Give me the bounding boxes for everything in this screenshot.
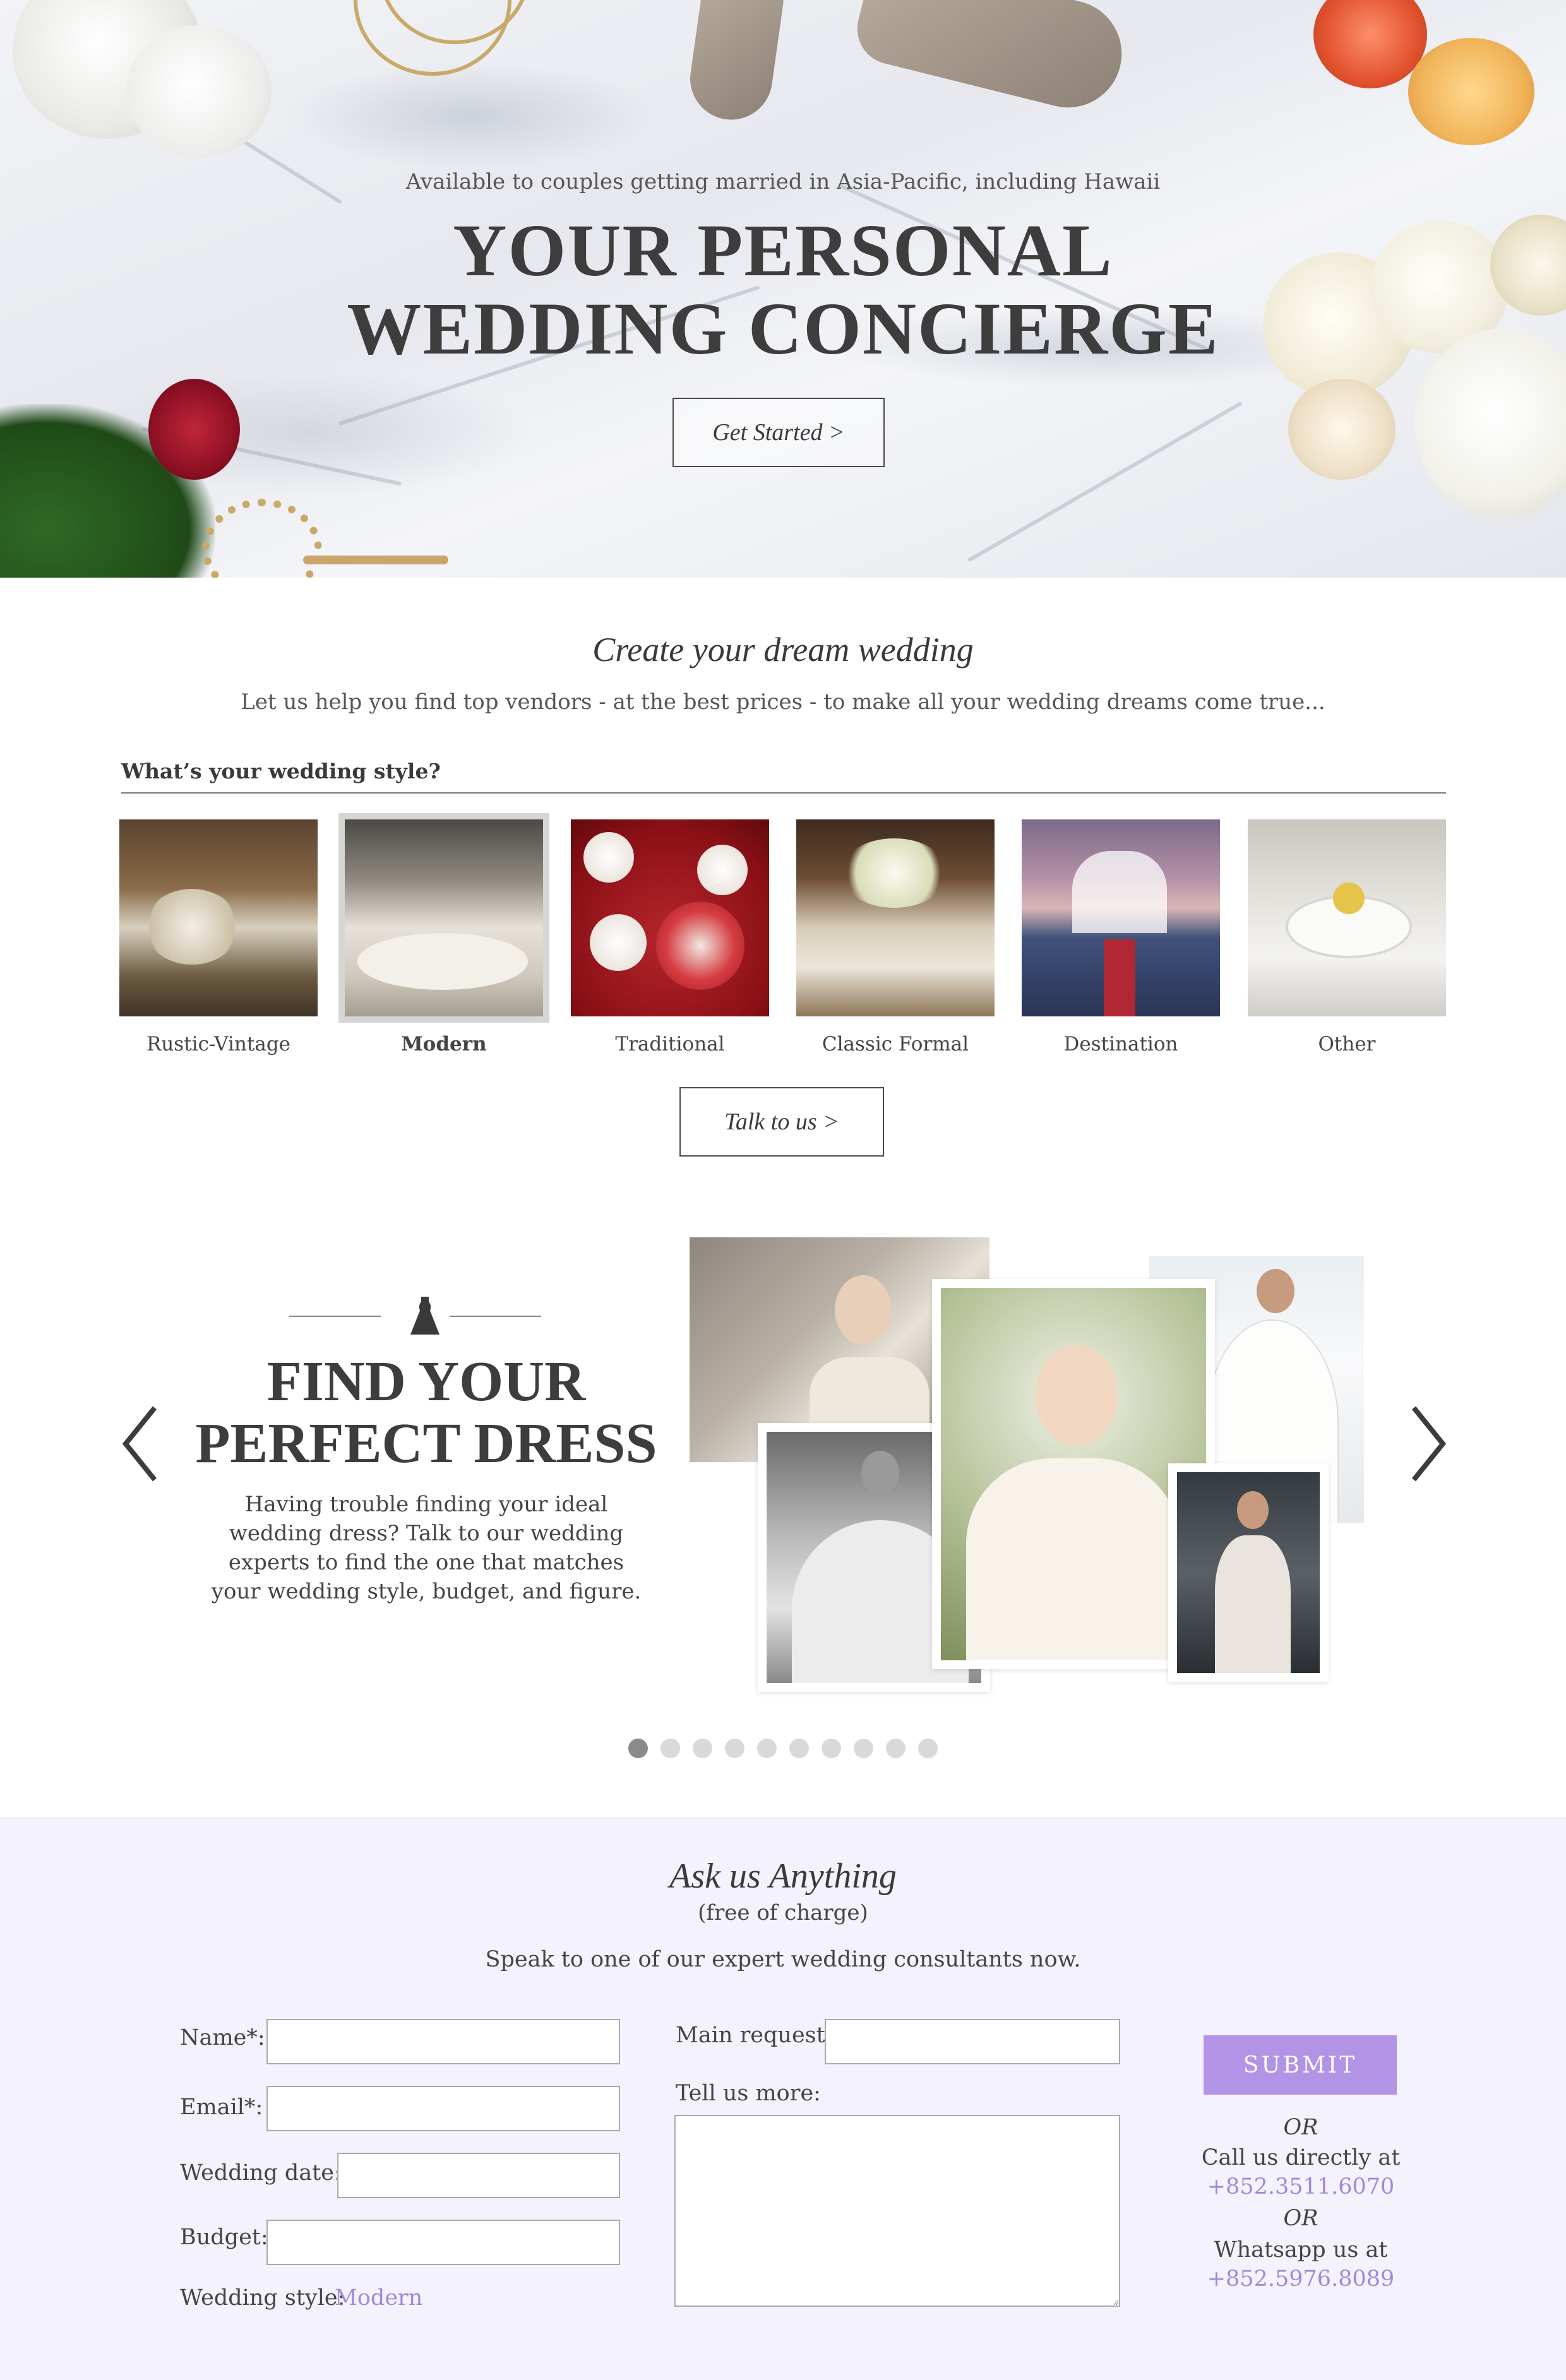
or-text: OR: [1283, 2206, 1318, 2231]
marble-vein: [967, 401, 1243, 562]
dress-icon: [410, 1297, 439, 1335]
wedding-style-value[interactable]: Modern: [335, 2285, 422, 2311]
hero-subtitle: Available to couples getting married in …: [405, 169, 1161, 194]
wedding-style-label: Wedding style:: [180, 2285, 345, 2311]
carousel-dot[interactable]: [757, 1739, 777, 1758]
style-tile-other[interactable]: [1248, 819, 1446, 1016]
carousel-prev-button[interactable]: [115, 1403, 165, 1485]
red-rose-decor: [148, 379, 240, 480]
carousel-dot[interactable]: [854, 1739, 873, 1758]
wedding-style-question: What’s your wedding style?: [121, 759, 441, 783]
teacup-image: [583, 832, 634, 883]
style-tile-modern[interactable]: [338, 813, 549, 1023]
style-label: Other: [1318, 1033, 1376, 1056]
gold-chain-decor: [202, 499, 322, 578]
main-request-label: Main request:: [676, 2023, 833, 2048]
style-label: Modern: [401, 1033, 487, 1056]
bride-face-image: [835, 1275, 892, 1345]
style-label: Destination: [1063, 1033, 1178, 1056]
carousel-dot[interactable]: [918, 1739, 938, 1758]
style-label: Rustic-Vintage: [146, 1033, 291, 1056]
wedding-date-field[interactable]: [337, 2153, 620, 2198]
email-field[interactable]: [266, 2086, 620, 2131]
flowers-image: [1333, 883, 1365, 914]
whatsapp-phone-link[interactable]: +852.5976.8089: [1162, 2266, 1440, 2292]
gown-image: [966, 1458, 1181, 1660]
divider: [289, 1316, 381, 1317]
style-tile-destination[interactable]: [1022, 819, 1220, 1016]
email-label: Email*:: [180, 2095, 263, 2120]
style-label: Traditional: [615, 1033, 725, 1056]
aisle-image: [1104, 939, 1135, 1016]
call-text: Call us directly at: [1201, 2145, 1401, 2170]
tell-us-more-label: Tell us more:: [676, 2081, 821, 2106]
carousel-dot[interactable]: [693, 1739, 712, 1758]
talk-to-us-button[interactable]: Talk to us >: [679, 1087, 884, 1157]
style-tile-classic-formal[interactable]: [796, 819, 995, 1016]
wedding-date-label: Wedding date:: [180, 2160, 342, 2186]
bride-photo: [1168, 1463, 1329, 1682]
ask-free-note: (free of charge): [698, 1900, 868, 1925]
budget-label: Budget:: [180, 2225, 268, 2250]
dress-title-line: PERFECT DRESS: [195, 1412, 657, 1475]
dream-wedding-subtitle: Let us help you find top vendors - at th…: [241, 689, 1325, 715]
carousel-dot[interactable]: [628, 1739, 648, 1758]
chevron-right-icon: [1411, 1406, 1447, 1482]
call-phone-link[interactable]: +852.3511.6070: [1162, 2174, 1440, 2199]
dress-description: Having trouble finding your ideal weddin…: [211, 1492, 642, 1604]
bride-face-image: [1257, 1269, 1294, 1313]
carousel-dot[interactable]: [660, 1739, 680, 1758]
submit-button[interactable]: SUBMIT: [1204, 2035, 1397, 2095]
ask-title: Ask us Anything: [669, 1857, 897, 1896]
table-image: [357, 933, 528, 990]
carousel-dot[interactable]: [725, 1739, 744, 1758]
hero-banner: Available to couples getting married in …: [0, 0, 1566, 578]
main-request-field[interactable]: [825, 2019, 1120, 2064]
carousel-dot[interactable]: [789, 1739, 809, 1758]
style-tile-traditional[interactable]: [571, 819, 769, 1016]
bride-face-image: [1036, 1345, 1118, 1446]
divider: [121, 792, 1446, 794]
bride-face-image: [861, 1451, 899, 1495]
teapot-image: [656, 901, 744, 990]
flowers-image: [145, 889, 239, 965]
dream-wedding-title: Create your dream wedding: [592, 631, 974, 669]
peach-rose-decor: [1408, 38, 1534, 145]
style-label: Classic Formal: [822, 1033, 969, 1056]
hero-title: YOUR PERSONAL WEDDING CONCIERGE: [0, 211, 1566, 368]
teacup-image: [697, 845, 748, 895]
name-label: Name*:: [180, 2025, 265, 2050]
carousel-dot[interactable]: [886, 1739, 906, 1758]
cream-peony-decor: [1288, 379, 1396, 480]
carousel-dots: [0, 1739, 1566, 1758]
dress-title: FIND YOUR PERFECT DRESS: [183, 1351, 669, 1475]
tell-us-more-textarea[interactable]: [674, 2115, 1120, 2307]
name-field[interactable]: [266, 2019, 620, 2064]
dress-title-line: FIND YOUR: [266, 1350, 586, 1413]
canopy-image: [1072, 851, 1167, 933]
bride-face-image: [1237, 1491, 1269, 1529]
divider: [450, 1316, 541, 1317]
whatsapp-text: Whatsapp us at: [1214, 2237, 1388, 2263]
or-text: OR: [1283, 2115, 1318, 2140]
centerpiece-image: [840, 838, 948, 908]
shoe-decor: [849, 0, 1133, 119]
gown-image: [1215, 1535, 1291, 1673]
get-started-button[interactable]: Get Started >: [672, 398, 885, 467]
carousel-dot[interactable]: [822, 1739, 841, 1758]
teacup-image: [590, 914, 647, 971]
carousel-next-button[interactable]: [1403, 1403, 1454, 1485]
white-peony-decor: [126, 25, 272, 158]
budget-field[interactable]: [266, 2220, 620, 2265]
hero-title-line: WEDDING CONCIERGE: [347, 287, 1219, 370]
style-tile-rustic-vintage[interactable]: [119, 819, 318, 1016]
chevron-left-icon: [122, 1406, 157, 1482]
ask-speak-text: Speak to one of our expert wedding consu…: [485, 1947, 1081, 1972]
gold-chain-decor: [303, 556, 448, 564]
coral-rose-decor: [1313, 0, 1427, 88]
shoe-decor: [684, 0, 787, 125]
hero-title-line: YOUR PERSONAL: [453, 209, 1113, 292]
